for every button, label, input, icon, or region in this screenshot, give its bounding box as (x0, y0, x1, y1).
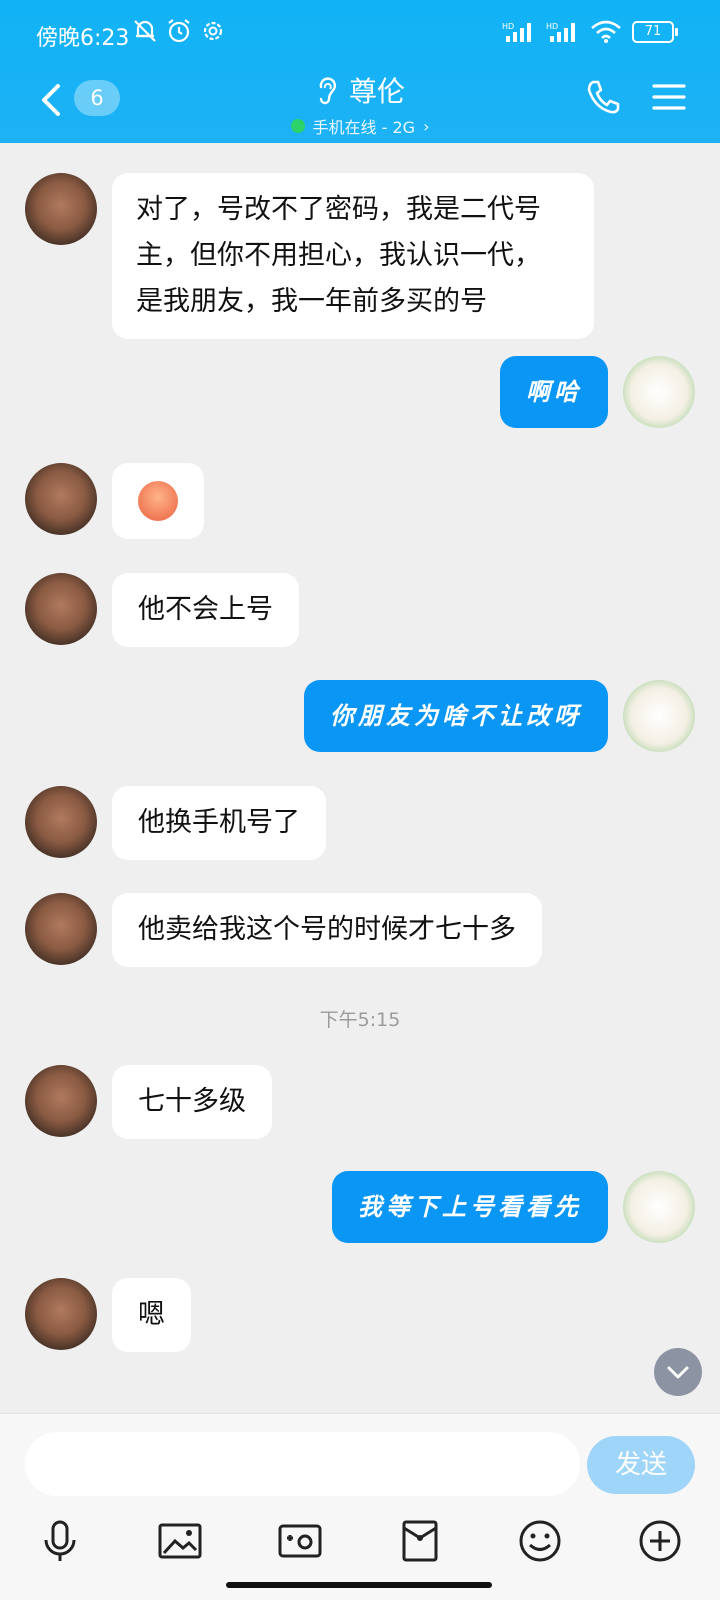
signal-hd-icon: HD (546, 22, 575, 42)
camera-icon[interactable] (275, 1516, 325, 1566)
message-bubble-incoming[interactable]: 嗯 (112, 1278, 191, 1352)
message-bubble-incoming[interactable]: 他不会上号 (112, 573, 299, 647)
status-time: 傍晚6:23 (36, 26, 130, 51)
my-avatar[interactable] (623, 1171, 695, 1243)
message-bubble-incoming[interactable]: 他换手机号了 (112, 786, 326, 860)
friend-avatar[interactable] (25, 463, 97, 535)
svg-text:HD: HD (502, 22, 514, 31)
chat-header: 傍晚6:23 HD HD 71 6 尊伦 手机在线 - 2G › (0, 0, 720, 143)
chevron-right-icon: › (423, 116, 430, 136)
message-composer: 发送 (0, 1413, 720, 1600)
plus-icon[interactable] (635, 1516, 685, 1566)
earpiece-mode-icon (319, 77, 337, 105)
image-icon[interactable] (155, 1516, 205, 1566)
settings-gear-icon (203, 21, 223, 41)
message-list[interactable]: 对了，号改不了密码，我是二代号 主，但你不用担心，我认识一代， 是我朋友，我一年… (0, 143, 720, 1413)
emoji-icon[interactable] (515, 1516, 565, 1566)
eye-roll-face-emoji-icon (138, 481, 178, 605)
svg-text:HD: HD (546, 22, 558, 31)
message-bubble-incoming-emoji[interactable] (112, 463, 204, 605)
scroll-to-bottom-button[interactable] (654, 1348, 702, 1396)
message-timestamp: 下午5:15 (319, 1009, 401, 1031)
phone-call-icon[interactable] (585, 78, 621, 116)
message-input[interactable] (25, 1432, 580, 1496)
message-bubble-outgoing[interactable]: 啊哈 (500, 356, 608, 428)
microphone-icon[interactable] (35, 1516, 85, 1566)
red-packet-icon[interactable] (395, 1516, 445, 1566)
chevron-down-icon (667, 1366, 689, 1379)
status-bar: 傍晚6:23 HD HD 71 (0, 0, 720, 70)
friend-avatar[interactable] (25, 573, 97, 645)
friend-avatar[interactable] (25, 1278, 97, 1350)
message-bubble-incoming[interactable]: 对了，号改不了密码，我是二代号 主，但你不用担心，我认识一代， 是我朋友，我一年… (112, 173, 594, 339)
my-avatar[interactable] (623, 680, 695, 752)
message-bubble-outgoing[interactable]: 你朋友为啥不让改呀 (304, 680, 608, 752)
contact-status[interactable]: 手机在线 - 2G › (290, 114, 430, 138)
contact-name: 尊伦 (348, 75, 405, 108)
message-bubble-incoming[interactable]: 七十多级 (112, 1065, 272, 1139)
friend-avatar[interactable] (25, 173, 97, 245)
message-bubble-incoming[interactable]: 他卖给我这个号的时候才七十多 (112, 893, 542, 967)
alarm-icon (168, 19, 190, 43)
send-button[interactable]: 发送 (587, 1436, 695, 1494)
my-avatar[interactable] (623, 356, 695, 428)
signal-hd-icon: HD (502, 22, 531, 42)
mute-bell-icon (134, 20, 156, 42)
friend-avatar[interactable] (25, 893, 97, 965)
home-indicator[interactable] (226, 1582, 492, 1588)
message-bubble-outgoing[interactable]: 我等下上号看看先 (332, 1171, 608, 1243)
online-status-dot (290, 119, 305, 133)
menu-icon[interactable] (652, 82, 686, 112)
contact-status-text: 手机在线 - 2G (312, 118, 416, 137)
wifi-icon (591, 20, 621, 43)
battery-indicator: 71 (632, 21, 678, 43)
friend-avatar[interactable] (25, 786, 97, 858)
friend-avatar[interactable] (25, 1065, 97, 1137)
